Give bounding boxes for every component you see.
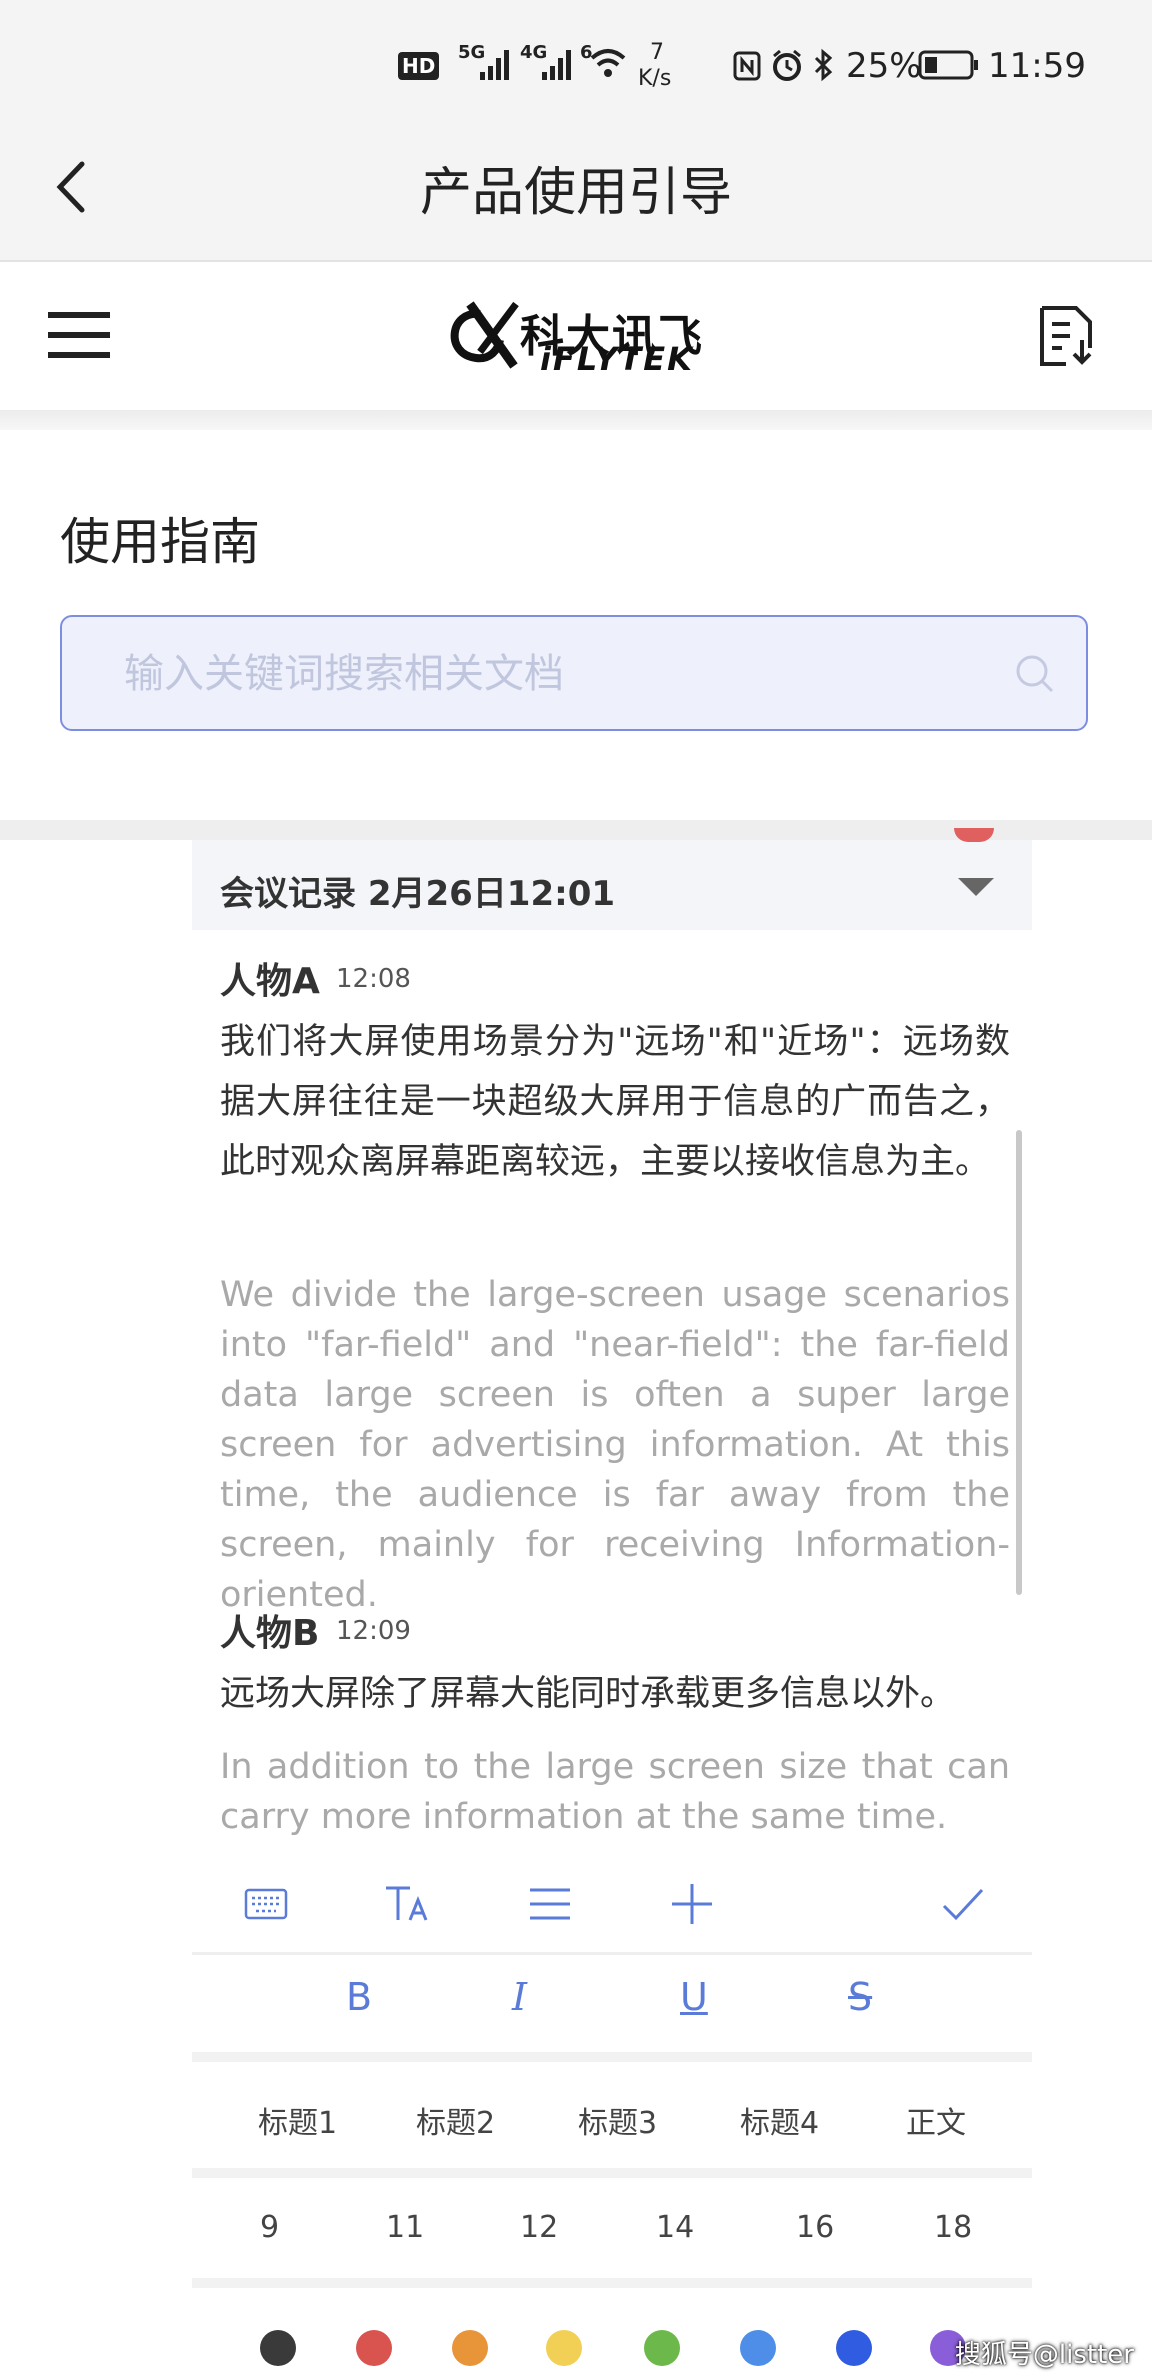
- signal-bars-2-icon: [540, 48, 574, 84]
- scrollbar[interactable]: [1016, 1130, 1022, 1595]
- format-toolbar: B I U S: [192, 1975, 1032, 2035]
- wifi-icon: [588, 46, 628, 84]
- list-icon[interactable]: [528, 1886, 572, 1926]
- font-size-18-button[interactable]: 18: [934, 2210, 972, 2245]
- color-swatch-blue[interactable]: [836, 2330, 872, 2366]
- speaker-name: 人物B: [220, 1613, 320, 1654]
- iflytek-logo-icon: [440, 296, 522, 380]
- font-size-14-button[interactable]: 14: [656, 2210, 694, 2245]
- toolbar-divider: [192, 2278, 1032, 2288]
- heading-4-button[interactable]: 标题4: [740, 2098, 819, 2142]
- bold-button[interactable]: B: [346, 1975, 372, 2019]
- heading-2-button[interactable]: 标题2: [416, 2098, 495, 2142]
- color-swatch-dark[interactable]: [260, 2330, 296, 2366]
- collapse-caret-icon[interactable]: [958, 878, 994, 896]
- toolbar-divider: [192, 2168, 1032, 2178]
- color-swatch-yellow[interactable]: [546, 2330, 582, 2366]
- italic-button[interactable]: I: [512, 1975, 527, 2019]
- toolbar-divider: [192, 2052, 1032, 2062]
- body-text-button[interactable]: 正文: [906, 2098, 966, 2142]
- signal-bars-icon: [478, 48, 512, 84]
- heading-toolbar: 标题1 标题2 标题3 标题4 正文: [192, 2098, 1032, 2148]
- watermark: 搜狐号@listter: [954, 2340, 1134, 2370]
- font-size-12-button[interactable]: 12: [520, 2210, 558, 2245]
- meeting-title: 会议记录 2月26日12:01: [220, 874, 616, 914]
- plus-icon[interactable]: [670, 1882, 714, 1930]
- hd-badge: HD: [398, 52, 440, 80]
- transcript-en: In addition to the large screen size tha…: [220, 1747, 1010, 1837]
- check-icon[interactable]: [940, 1884, 986, 1928]
- net-speed-unit: K/s: [638, 66, 672, 91]
- document-export-button[interactable]: [1036, 304, 1096, 372]
- net-speed-value: 7: [650, 40, 664, 65]
- battery-percent: 25%: [846, 46, 922, 86]
- transcript-cn: 远场大屏除了屏幕大能同时承载更多信息以外。: [220, 1674, 956, 1714]
- heading-1-button[interactable]: 标题1: [258, 2098, 337, 2142]
- search-icon[interactable]: [1014, 653, 1056, 699]
- bluetooth-icon: [812, 48, 836, 86]
- nfc-icon: [732, 50, 762, 86]
- header-shadow: [0, 410, 1152, 430]
- transcript-en: We divide the large-screen usage scenari…: [220, 1275, 1010, 1615]
- color-swatch-green[interactable]: [644, 2330, 680, 2366]
- color-swatch-light-blue[interactable]: [740, 2330, 776, 2366]
- battery-icon: [918, 50, 980, 84]
- font-size-toolbar: 9 11 12 14 16 18: [192, 2210, 1032, 2260]
- strikethrough-button[interactable]: S: [848, 1975, 872, 2019]
- guide-title: 使用指南: [60, 513, 260, 571]
- menu-button[interactable]: [48, 310, 110, 364]
- underline-button[interactable]: U: [680, 1975, 708, 2019]
- page-title: 产品使用引导: [419, 163, 732, 223]
- color-swatch-red[interactable]: [356, 2330, 392, 2366]
- speaker-name: 人物A: [220, 961, 320, 1002]
- text-size-icon[interactable]: [384, 1884, 432, 1928]
- toolbar-divider: [192, 1952, 1032, 1955]
- font-size-16-button[interactable]: 16: [796, 2210, 834, 2245]
- logo-en: iFLYTEK: [540, 340, 694, 378]
- color-swatch-orange[interactable]: [452, 2330, 488, 2366]
- search-box[interactable]: [60, 615, 1088, 731]
- speaker-time: 12:09: [336, 1616, 411, 1646]
- font-size-11-button[interactable]: 11: [386, 2210, 424, 2245]
- alarm-icon: [770, 48, 804, 86]
- heading-3-button[interactable]: 标题3: [578, 2098, 657, 2142]
- search-input[interactable]: [122, 647, 1006, 701]
- clock: 11:59: [988, 46, 1086, 86]
- transcript-cn: 我们将大屏使用场景分为"远场"和"近场"：远场数据大屏往往是一块超级大屏用于信息…: [220, 1022, 1010, 1182]
- speaker-time: 12:08: [336, 964, 411, 994]
- font-size-9-button[interactable]: 9: [260, 2210, 279, 2245]
- editor-toolbar: [192, 1870, 1032, 1950]
- keyboard-icon[interactable]: [244, 1888, 288, 1924]
